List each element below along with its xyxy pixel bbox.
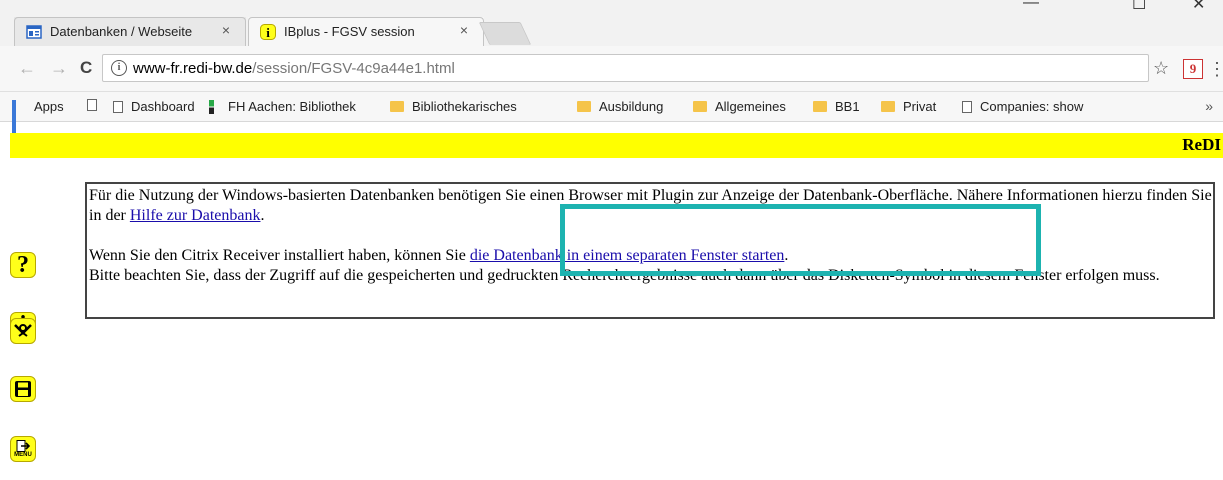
tab-close-icon[interactable]: × — [460, 22, 468, 38]
post-horn-shape — [14, 324, 32, 337]
maximize-icon[interactable]: ☐ — [1132, 0, 1146, 14]
bookmark-star-icon[interactable]: ☆ — [1153, 58, 1169, 79]
bookmark-label: Companies: show — [980, 99, 1084, 114]
url-path: /session/FGSV-4c9a44e1.html — [252, 60, 455, 77]
bookmark-label: Ausbildung — [599, 99, 664, 114]
apps-grid-icon — [12, 99, 26, 136]
bookmarks-bar: Apps Dashboard FH Aachen: Bibliothek Bib… — [0, 92, 1223, 136]
post-horn-icon[interactable] — [10, 318, 36, 344]
bookmark-privat[interactable]: Privat — [881, 99, 936, 114]
bookmark-apps[interactable]: Apps — [12, 99, 64, 136]
citrix-text: Wenn Sie den Citrix Receiver installiert… — [89, 247, 470, 264]
bookmark-label: Dashboard — [131, 99, 195, 114]
bookmark-label: Allgemeines — [715, 99, 786, 114]
bookmark-dashboard[interactable]: Dashboard — [113, 99, 195, 114]
forward-arrow-icon[interactable]: → — [50, 58, 68, 79]
folder-icon — [881, 101, 895, 112]
save-disk-icon[interactable] — [10, 376, 36, 402]
bookmark-ausbildung[interactable]: Ausbildung — [577, 99, 663, 114]
reload-icon[interactable]: C — [80, 58, 92, 78]
url-host: www-fr.redi-bw.de — [133, 60, 253, 77]
menu-door-shape — [16, 440, 30, 452]
tab-close-icon[interactable]: × — [222, 22, 230, 38]
help-icon[interactable]: ? — [10, 252, 36, 278]
bookmark-fh-aachen[interactable]: FH Aachen: Bibliothek — [209, 99, 373, 114]
page-icon — [962, 100, 972, 113]
svg-text:i: i — [266, 25, 270, 40]
folder-icon — [390, 101, 404, 112]
browser-chrome: Datenbanken / Webseite × i IBplus - FGSV… — [0, 0, 1223, 136]
tab-label: Datenbanken / Webseite — [50, 24, 193, 39]
info-icon: i — [260, 23, 276, 40]
bookmark-bibliothekarisches[interactable]: Bibliothekarisches — [390, 99, 517, 114]
fh-aachen-icon — [209, 99, 214, 114]
folder-icon — [577, 101, 591, 112]
tab-ibplus-session[interactable]: i IBplus - FGSV session × — [248, 17, 484, 46]
highlight-annotation-box — [560, 204, 1041, 276]
page-icon — [113, 100, 123, 113]
help-database-link[interactable]: Hilfe zur Datenbank — [130, 207, 261, 224]
tab-label: IBplus - FGSV session — [284, 24, 415, 39]
bookmark-label: Bibliothekarisches — [412, 99, 517, 114]
bookmark-label: Privat — [903, 99, 937, 114]
url-text: www-fr.redi-bw.de/session/FGSV-4c9a44e1.… — [133, 60, 455, 77]
folder-icon — [813, 101, 827, 112]
bookmark-companies[interactable]: Companies: show — [962, 99, 1083, 114]
menu-icon[interactable]: MENU — [10, 436, 36, 462]
bookmark-allgemeines[interactable]: Allgemeines — [693, 99, 786, 114]
tab-datenbanken[interactable]: Datenbanken / Webseite × — [14, 17, 246, 46]
brand-logo: ReDI — [1182, 135, 1221, 154]
site-info-icon[interactable]: i — [111, 60, 127, 76]
close-window-icon[interactable]: ✕ — [1192, 0, 1205, 14]
help-glyph: ? — [17, 251, 29, 278]
bookmark-label: BB1 — [835, 99, 860, 114]
browser-menu-icon[interactable]: ⋮ — [1208, 60, 1223, 78]
redi-header-bar: ReDI — [10, 133, 1223, 158]
tab-strip: Datenbanken / Webseite × i IBplus - FGSV… — [0, 0, 1223, 46]
bookmark-bb1[interactable]: BB1 — [813, 99, 860, 114]
extension-icon[interactable]: 9 — [1183, 59, 1203, 79]
bookmark-label: Apps — [34, 99, 64, 114]
minimize-icon[interactable]: — — [1023, 0, 1039, 12]
back-arrow-icon[interactable]: ← — [18, 58, 36, 79]
toolbar: ← → C i www-fr.redi-bw.de/session/FGSV-4… — [0, 46, 1223, 92]
web-page-icon — [26, 24, 42, 40]
new-tab-button[interactable] — [478, 22, 532, 45]
info-text-end: . — [260, 207, 265, 224]
more-bookmarks-icon[interactable]: » — [1205, 98, 1213, 114]
folder-icon — [693, 101, 707, 112]
bookmark-blank-page[interactable] — [87, 99, 105, 111]
address-bar[interactable]: i www-fr.redi-bw.de/session/FGSV-4c9a44e… — [102, 54, 1149, 82]
floppy-shape — [15, 381, 31, 397]
bookmark-label: FH Aachen: Bibliothek — [228, 99, 356, 114]
page-icon — [87, 99, 97, 111]
menu-label: MENU — [14, 452, 32, 458]
